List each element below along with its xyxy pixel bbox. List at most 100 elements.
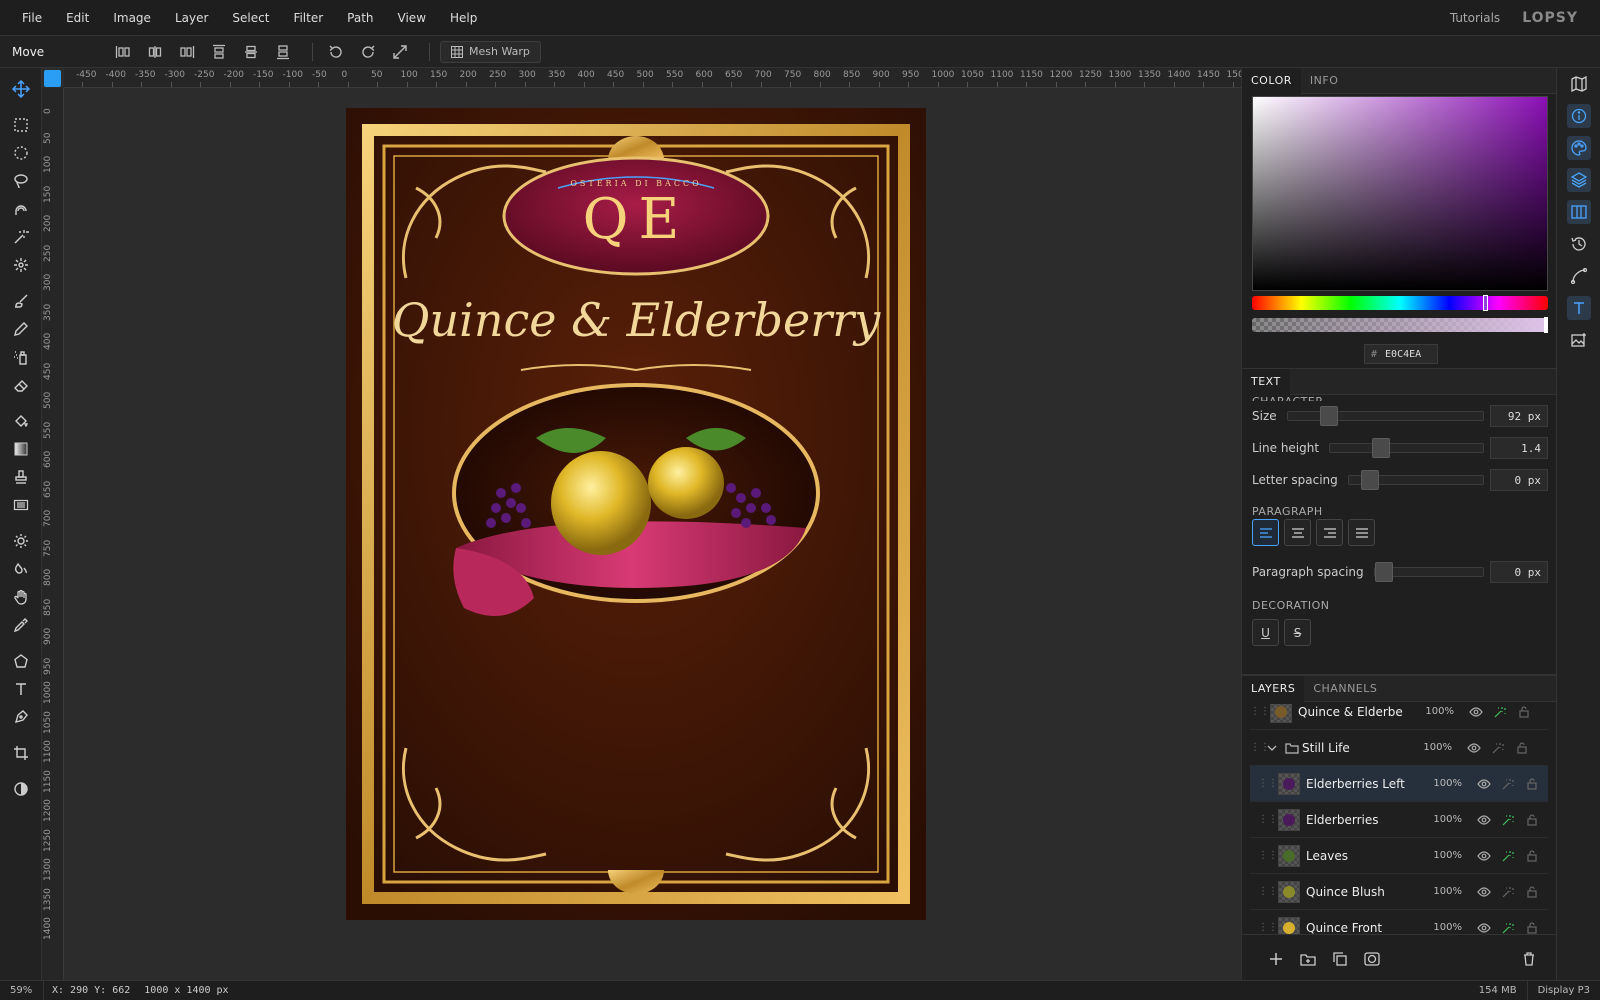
lock-icon[interactable] — [1512, 705, 1536, 718]
layer-mask-icon[interactable] — [1356, 951, 1388, 966]
size-knob[interactable] — [1319, 406, 1338, 426]
align-text-justify-icon[interactable] — [1348, 519, 1375, 546]
eye-icon[interactable] — [1464, 706, 1488, 717]
polygon-icon[interactable] — [6, 648, 36, 674]
effects-icon[interactable] — [1488, 705, 1512, 719]
canvas-area[interactable]: OSTERIA DI BACCO QE Quince & Elderberry — [64, 88, 1241, 980]
layer-name[interactable]: Quince & Elderbe — [1298, 705, 1418, 719]
underline-button[interactable]: U — [1252, 619, 1279, 646]
tab-color[interactable]: COLOR — [1242, 67, 1301, 94]
rotate-ccw-icon[interactable] — [323, 40, 349, 64]
duplicate-layer-icon[interactable] — [1324, 951, 1356, 966]
eye-icon[interactable] — [1472, 850, 1496, 861]
drag-handle-icon[interactable]: ⋮⋮ — [1258, 850, 1278, 861]
spray-icon[interactable] — [6, 344, 36, 370]
gradient-icon[interactable] — [6, 436, 36, 462]
effects-icon[interactable] — [1496, 813, 1520, 827]
stamp-icon[interactable] — [6, 464, 36, 490]
effects-icon[interactable] — [1496, 885, 1520, 899]
align-right-icon[interactable] — [174, 40, 200, 64]
align-text-center-icon[interactable] — [1284, 519, 1311, 546]
lock-icon[interactable] — [1520, 921, 1544, 934]
paragraph-spacing-slider[interactable] — [1373, 562, 1484, 582]
lock-icon[interactable] — [1510, 741, 1534, 754]
layer-row[interactable]: ⋮⋮ Elderberries Left 100% — [1250, 766, 1548, 802]
tab-info[interactable]: INFO — [1301, 68, 1347, 94]
menu-select[interactable]: Select — [220, 0, 281, 36]
eye-icon[interactable] — [1472, 922, 1496, 933]
drag-handle-icon[interactable]: ⋮⋮ — [1250, 742, 1270, 753]
layer-opacity[interactable]: 100% — [1426, 922, 1462, 933]
layers-icon[interactable] — [1567, 168, 1591, 192]
dodge-icon[interactable] — [6, 528, 36, 554]
text-tool-icon[interactable] — [6, 676, 36, 702]
menu-image[interactable]: Image — [101, 0, 163, 36]
mesh-warp-button[interactable]: Mesh Warp — [440, 40, 541, 63]
pencil-icon[interactable] — [6, 316, 36, 342]
align-center-h-icon[interactable] — [142, 40, 168, 64]
lock-icon[interactable] — [1520, 885, 1544, 898]
layer-row[interactable]: ⋮⋮ Quince & Elderbe 100% — [1250, 704, 1548, 730]
strikethrough-button[interactable]: S — [1284, 619, 1311, 646]
ellipse-select-icon[interactable] — [6, 140, 36, 166]
effects-icon[interactable] — [1496, 777, 1520, 791]
tab-layers[interactable]: LAYERS — [1242, 675, 1305, 702]
paragraph-spacing-value[interactable]: 0 px — [1490, 561, 1548, 583]
palette-icon[interactable] — [1567, 136, 1591, 160]
lock-icon[interactable] — [1520, 777, 1544, 790]
lock-icon[interactable] — [1520, 849, 1544, 862]
eye-icon[interactable] — [1472, 814, 1496, 825]
eye-icon[interactable] — [1472, 886, 1496, 897]
ruler-corner[interactable] — [44, 70, 61, 87]
letter-spacing-value[interactable]: 0 px — [1490, 469, 1548, 491]
letter-spacing-knob[interactable] — [1360, 470, 1379, 490]
history-icon[interactable] — [1567, 232, 1591, 256]
line-height-knob[interactable] — [1372, 438, 1391, 458]
add-layer-icon[interactable] — [1260, 952, 1292, 966]
size-slider[interactable] — [1286, 406, 1484, 426]
color-picker-field[interactable] — [1252, 96, 1548, 291]
drag-handle-icon[interactable]: ⋮⋮ — [1258, 922, 1278, 933]
hex-value[interactable]: E0C4EA — [1385, 349, 1421, 360]
align-left-icon[interactable] — [110, 40, 136, 64]
menu-help[interactable]: Help — [438, 0, 489, 36]
paths-icon[interactable] — [1567, 264, 1591, 288]
align-text-right-icon[interactable] — [1316, 519, 1343, 546]
eye-icon[interactable] — [1462, 742, 1486, 753]
drag-handle-icon[interactable]: ⋮⋮ — [1258, 814, 1278, 825]
effects-icon[interactable] — [1496, 921, 1520, 935]
letter-spacing-slider[interactable] — [1347, 470, 1484, 490]
alpha-handle[interactable] — [1544, 317, 1548, 333]
channels-icon[interactable] — [1567, 200, 1591, 224]
label-title[interactable]: Quince & Elderberry — [392, 293, 881, 347]
menu-filter[interactable]: Filter — [281, 0, 335, 36]
menu-file[interactable]: File — [10, 0, 54, 36]
drag-handle-icon[interactable]: ⋮⋮ — [1258, 778, 1278, 789]
expand-icon[interactable] — [387, 40, 413, 64]
text-panel-icon[interactable] — [1567, 296, 1591, 320]
delete-layer-icon[interactable] — [1513, 951, 1545, 966]
align-text-left-icon[interactable] — [1252, 519, 1279, 546]
layer-name[interactable]: Elderberries — [1306, 813, 1426, 827]
layer-opacity[interactable]: 100% — [1416, 742, 1452, 753]
zoom-level[interactable]: 59% — [0, 980, 44, 1000]
layer-row[interactable]: ⋮⋮ Quince Front 100% — [1250, 910, 1548, 934]
smudge-icon[interactable] — [6, 556, 36, 582]
menu-layer[interactable]: Layer — [163, 0, 220, 36]
layer-row[interactable]: ⋮⋮ Still Life 100% — [1250, 730, 1548, 766]
layer-name[interactable]: Still Life — [1302, 741, 1416, 755]
rect-select-icon[interactable] — [6, 112, 36, 138]
contrast-icon[interactable] — [6, 776, 36, 802]
layer-opacity[interactable]: 100% — [1426, 814, 1462, 825]
image-adjust-icon[interactable] — [1567, 328, 1591, 352]
magic-wand-icon[interactable] — [6, 224, 36, 250]
layer-name[interactable]: Leaves — [1306, 849, 1426, 863]
drag-handle-icon[interactable]: ⋮⋮ — [1258, 886, 1278, 897]
tutorials-link[interactable]: Tutorials — [1450, 11, 1500, 25]
artwork-canvas[interactable]: OSTERIA DI BACCO QE Quince & Elderberry — [346, 108, 926, 920]
size-value[interactable]: 92 px — [1490, 405, 1548, 427]
info-icon[interactable] — [1567, 104, 1591, 128]
menu-view[interactable]: View — [386, 0, 438, 36]
tab-text[interactable]: TEXT — [1242, 368, 1290, 395]
brush-icon[interactable] — [6, 288, 36, 314]
